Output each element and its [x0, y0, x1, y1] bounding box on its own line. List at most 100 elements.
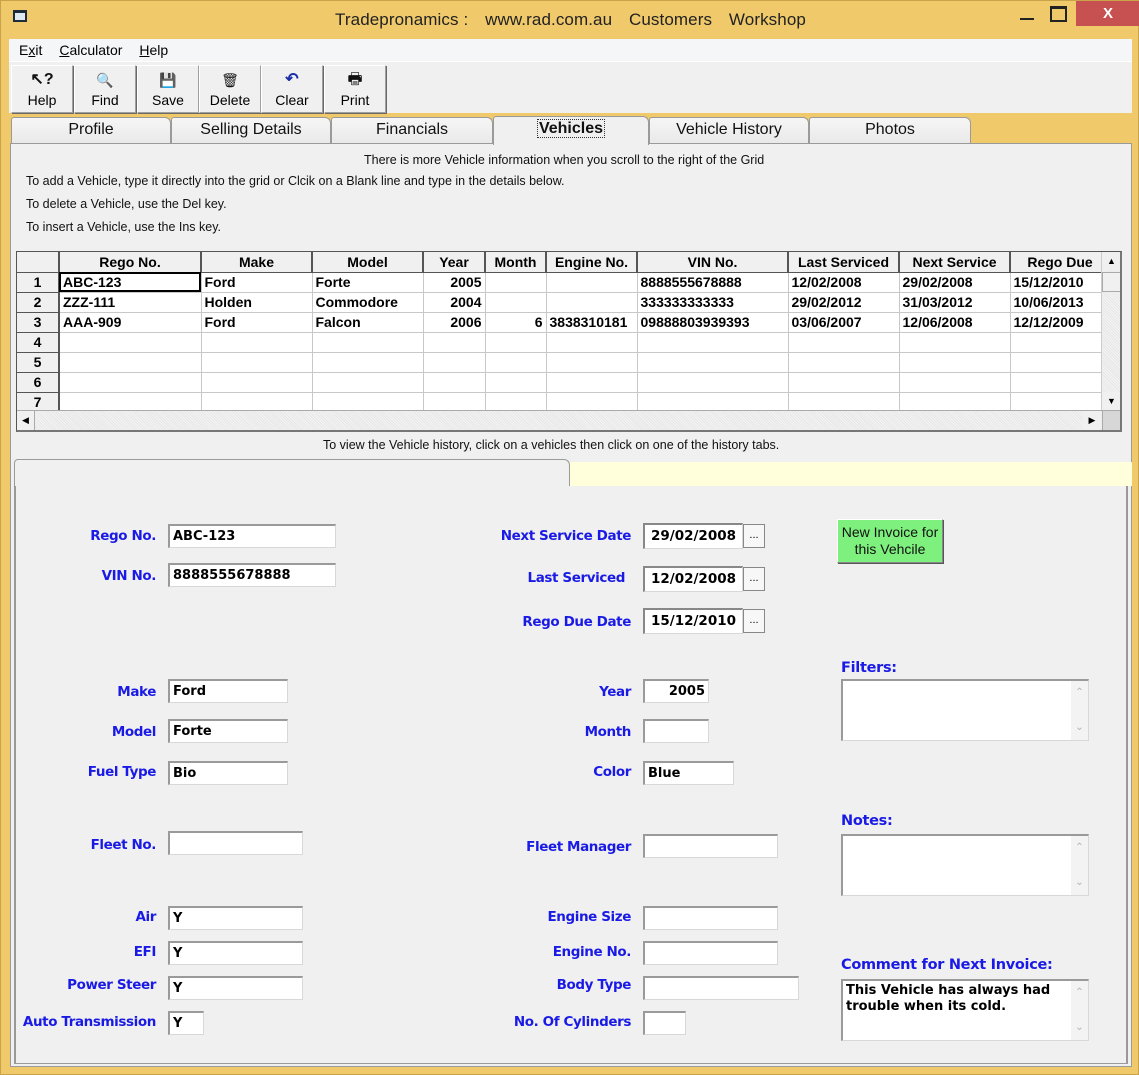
- scroll-thumb[interactable]: [1102, 272, 1120, 292]
- grid-cell-vin-no[interactable]: [637, 332, 789, 353]
- grid-cell-rego-no[interactable]: AAA-909: [59, 312, 202, 333]
- grid-cell-model[interactable]: Falcon: [312, 312, 424, 333]
- menu-exit[interactable]: Exit: [19, 42, 42, 58]
- grid-cell-month[interactable]: [485, 332, 547, 353]
- last-serviced-date-button[interactable]: ...: [743, 567, 765, 591]
- grid-cell-last-serviced[interactable]: 03/06/2007: [788, 312, 900, 333]
- grid-cell-model[interactable]: [312, 372, 424, 393]
- column-header-model[interactable]: Model: [312, 252, 424, 273]
- scroll-down-icon[interactable]: ⌄: [1071, 875, 1088, 891]
- column-header-rego-no[interactable]: Rego No.: [59, 252, 202, 273]
- row-header[interactable]: 2: [17, 292, 60, 313]
- table-row[interactable]: 4: [17, 332, 1111, 353]
- column-header-month[interactable]: Month: [485, 252, 547, 273]
- row-header[interactable]: 1: [17, 272, 60, 293]
- grid-cell-model[interactable]: Commodore: [312, 292, 424, 313]
- scroll-down-icon[interactable]: ⌄: [1071, 720, 1088, 736]
- grid-cell-rego-due[interactable]: [1010, 392, 1111, 413]
- rego-no-field[interactable]: ABC-123: [168, 524, 336, 548]
- grid-cell-last-serviced[interactable]: [788, 372, 900, 393]
- grid-cell-make[interactable]: [201, 352, 313, 373]
- grid-cell-last-serviced[interactable]: 29/02/2012: [788, 292, 900, 313]
- scroll-up-icon[interactable]: ⌃: [1071, 985, 1088, 1001]
- filters-textarea[interactable]: ⌃ ⌄: [841, 679, 1089, 741]
- find-button[interactable]: 🔍 Find: [74, 65, 136, 113]
- grid-cell-next-service[interactable]: [899, 332, 1011, 353]
- save-button[interactable]: 💾 Save: [137, 65, 199, 113]
- rego-due-date-field[interactable]: 15/12/2010: [643, 608, 743, 634]
- efi-field[interactable]: Y: [168, 941, 303, 965]
- grid-cell-year[interactable]: [423, 332, 486, 353]
- tab-vehicle-history[interactable]: Vehicle History: [649, 117, 809, 143]
- minimize-button[interactable]: [1013, 1, 1041, 27]
- grid-cell-next-service[interactable]: [899, 352, 1011, 373]
- grid-cell-month[interactable]: 6: [485, 312, 547, 333]
- next-service-date-picker[interactable]: 29/02/2008 ...: [643, 523, 765, 549]
- grid-cell-engine-no[interactable]: [546, 292, 638, 313]
- new-invoice-button[interactable]: New Invoice for this Vehcile: [837, 519, 943, 563]
- close-button[interactable]: X: [1076, 1, 1139, 26]
- delete-button[interactable]: 🗑 Delete: [199, 65, 261, 113]
- comment-scrollbar[interactable]: ⌃ ⌄: [1071, 981, 1088, 1040]
- column-header-engine-no[interactable]: Engine No.: [546, 252, 638, 273]
- grid-cell-vin-no[interactable]: 8888555678888: [637, 272, 789, 293]
- row-header[interactable]: 3: [17, 312, 60, 333]
- grid-cell-model[interactable]: Forte: [312, 272, 424, 293]
- model-field[interactable]: Forte: [168, 719, 288, 743]
- grid-cell-engine-no[interactable]: 3838310181: [546, 312, 638, 333]
- grid-cell-make[interactable]: Holden: [201, 292, 313, 313]
- grid-cell-vin-no[interactable]: 333333333333: [637, 292, 789, 313]
- scroll-up-arrow-icon[interactable]: ▲: [1102, 252, 1120, 270]
- column-header-next-service[interactable]: Next Service: [899, 252, 1011, 273]
- grid-cell-last-serviced[interactable]: [788, 392, 900, 413]
- grid-horizontal-scrollbar[interactable]: ◀ ▶: [17, 410, 1120, 430]
- grid-cell-make[interactable]: Ford: [201, 272, 313, 293]
- body-type-field[interactable]: [643, 976, 799, 1000]
- grid-cell-rego-no[interactable]: ZZZ-111: [59, 292, 202, 313]
- grid-cell-engine-no[interactable]: [546, 372, 638, 393]
- grid-cell-make[interactable]: Ford: [201, 312, 313, 333]
- tab-profile[interactable]: Profile: [11, 117, 171, 143]
- grid-cell-rego-no[interactable]: [59, 352, 202, 373]
- tab-photos[interactable]: Photos: [809, 117, 971, 143]
- filters-scrollbar[interactable]: ⌃ ⌄: [1071, 681, 1088, 740]
- grid-cell-month[interactable]: [485, 272, 547, 293]
- grid-cell-rego-no[interactable]: [59, 332, 202, 353]
- color-field[interactable]: Blue: [643, 761, 734, 785]
- grid-cell-last-serviced[interactable]: [788, 352, 900, 373]
- grid-cell-last-serviced[interactable]: 12/02/2008: [788, 272, 900, 293]
- column-header-last-serviced[interactable]: Last Serviced: [788, 252, 900, 273]
- grid-cell-year[interactable]: [423, 352, 486, 373]
- grid-cell-next-service[interactable]: [899, 372, 1011, 393]
- grid-cell-next-service[interactable]: 29/02/2008: [899, 272, 1011, 293]
- print-button[interactable]: 🖶 Print: [324, 65, 386, 113]
- power-steer-field[interactable]: Y: [168, 976, 303, 1000]
- grid-cell-rego-no[interactable]: [59, 372, 202, 393]
- grid-cell-model[interactable]: [312, 332, 424, 353]
- row-header[interactable]: 6: [17, 372, 60, 393]
- tab-vehicles[interactable]: Vehicles: [493, 116, 649, 145]
- table-row[interactable]: 1 ABC-123 Ford Forte 2005 8888555678888 12/02/…: [17, 272, 1111, 293]
- grid-cell-next-service[interactable]: [899, 392, 1011, 413]
- grid-cell-make[interactable]: [201, 372, 313, 393]
- auto-transmission-field[interactable]: Y: [168, 1011, 204, 1035]
- fleet-no-field[interactable]: [168, 831, 303, 855]
- grid-cell-rego-due[interactable]: [1010, 352, 1111, 373]
- scroll-right-arrow-icon[interactable]: ▶: [1083, 411, 1101, 430]
- help-button[interactable]: ↖? Help: [11, 65, 73, 113]
- table-row[interactable]: 3 AAA-909 Ford Falcon 2006 6 3838310181 0988880…: [17, 312, 1111, 333]
- grid-cell-engine-no[interactable]: [546, 332, 638, 353]
- detail-sub-tab[interactable]: [14, 459, 570, 487]
- grid-cell-model[interactable]: [312, 352, 424, 373]
- title-bar[interactable]: Tradepronamics : www.rad.com.au Customer…: [1, 1, 1139, 39]
- scroll-left-arrow-icon[interactable]: ◀: [17, 411, 35, 430]
- grid-cell-next-service[interactable]: 31/03/2012: [899, 292, 1011, 313]
- row-header[interactable]: 4: [17, 332, 60, 353]
- grid-cell-month[interactable]: [485, 372, 547, 393]
- column-header-year[interactable]: Year: [423, 252, 486, 273]
- grid-cell-year[interactable]: [423, 392, 486, 413]
- grid-cell-year[interactable]: 2005: [423, 272, 486, 293]
- grid-cell-rego-no[interactable]: [59, 392, 202, 413]
- grid-cell-vin-no[interactable]: [637, 372, 789, 393]
- grid-cell-vin-no[interactable]: 09888803939393: [637, 312, 789, 333]
